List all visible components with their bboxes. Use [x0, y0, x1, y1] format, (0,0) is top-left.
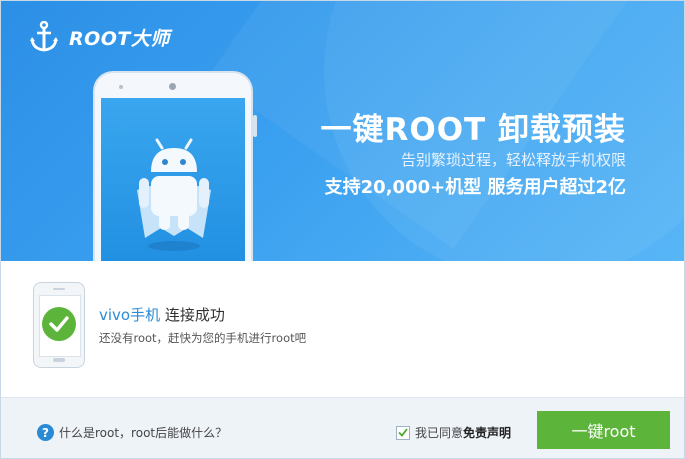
anchor-icon: [29, 21, 59, 53]
phone-screen: [101, 98, 245, 261]
phone-sensor: [119, 85, 123, 89]
app-logo: ROOT大师: [29, 21, 170, 53]
android-robot-icon: [129, 138, 219, 261]
checkmark-icon: [398, 428, 408, 437]
banner-headline: 一键ROOT 卸载预装: [320, 112, 626, 148]
phone-camera: [169, 83, 176, 90]
root-hint: 还没有root，赶快为您的手机进行root吧: [99, 331, 307, 345]
connection-status: 连接成功: [164, 306, 225, 324]
connection-title: vivo手机 连接成功: [99, 304, 225, 325]
one-click-root-button[interactable]: 一键root: [537, 411, 670, 449]
question-icon: ?: [37, 424, 54, 441]
footer-bar: ? 什么是root，root后能做什么？ 我已同意 免责声明 一键root: [1, 397, 684, 458]
app-title: ROOT大师: [69, 27, 170, 50]
banner-subline: 告别繁琐过程，轻松释放手机权限: [400, 151, 626, 169]
device-status-panel: vivo手机 连接成功 还没有root，赶快为您的手机进行root吧: [1, 261, 684, 397]
agree-text: 我已同意: [415, 426, 464, 440]
help-link[interactable]: ? 什么是root，root后能做什么？: [37, 424, 227, 441]
banner-stats: 支持20,000+机型 服务用户超过2亿: [324, 177, 626, 198]
agree-checkbox[interactable]: [396, 425, 410, 440]
help-text[interactable]: 什么是root，root后能做什么？: [59, 424, 227, 441]
banner: ROOT大师 一键ROOT 卸载预装 告别繁琐过程，轻松释放手机权限 支持20,…: [1, 1, 684, 261]
agreement: 我已同意 免责声明: [396, 424, 511, 441]
app-window: ROOT大师 一键ROOT 卸载预装 告别繁琐过程，轻松释放手机权限 支持20,…: [0, 0, 685, 459]
phone-speaker: [53, 288, 65, 290]
success-check-icon: [42, 307, 76, 341]
device-brand: vivo手机: [99, 306, 161, 324]
phone-check-icon: [33, 282, 85, 368]
disclaimer-link[interactable]: 免责声明: [463, 424, 511, 441]
phone-home-button: [53, 358, 65, 362]
phone-side-button: [253, 115, 257, 137]
phone-illustration: [93, 71, 257, 261]
